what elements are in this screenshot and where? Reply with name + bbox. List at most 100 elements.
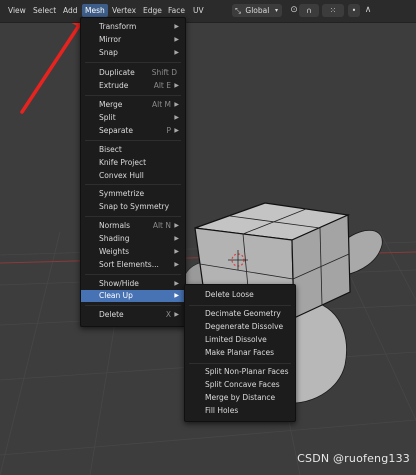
menu-item-decimate-geometry[interactable]: Decimate Geometry [185, 308, 295, 320]
submenu-arrow-icon: ▶ [174, 23, 179, 30]
menu-item-split-concave-faces[interactable]: Split Concave Faces [185, 379, 295, 391]
menu-item-show-hide[interactable]: Show/Hide ▶ [81, 278, 185, 290]
menu-item-label: Snap to Symmetry [99, 202, 170, 211]
menu-view[interactable]: View [8, 6, 26, 15]
menu-item-degenerate-dissolve[interactable]: Degenerate Dissolve [185, 321, 295, 333]
menu-item-merge-by-distance[interactable]: Merge by Distance [185, 392, 295, 404]
chevron-down-icon: ▾ [274, 7, 278, 14]
menu-item-label: Merge by Distance [205, 393, 276, 402]
menu-item-label: Split Non-Planar Faces [205, 367, 289, 376]
menu-uv[interactable]: UV [193, 6, 204, 15]
menu-item-label: Normals [99, 221, 131, 230]
falloff-icon[interactable]: ∧ [362, 5, 374, 16]
orientation-icon: ⤡ [235, 6, 241, 15]
menu-item-fill-holes[interactable]: Fill Holes [185, 405, 295, 417]
menu-item-label: Duplicate [99, 68, 135, 77]
menu-item-transform[interactable]: Transform ▶ [81, 21, 185, 33]
submenu-arrow-icon: ▶ [174, 82, 179, 89]
menu-face[interactable]: Face [168, 6, 185, 15]
menu-item-snap-to-symmetry[interactable]: Snap to Symmetry [81, 201, 185, 213]
transform-orientation-dropdown[interactable]: ⤡ Global ▾ [232, 4, 282, 17]
proportional-icon: • [351, 6, 357, 15]
shortcut-label: X [165, 310, 171, 319]
menu-item-label: Degenerate Dissolve [205, 322, 284, 331]
submenu-arrow-icon: ▶ [174, 235, 179, 242]
menu-item-label: Shading [99, 234, 130, 243]
snap-target-dropdown[interactable]: ⁙ [322, 4, 344, 17]
menu-item-label: Snap [99, 48, 118, 57]
menu-item-label: Show/Hide [99, 279, 139, 288]
menu-item-label: Mirror [99, 35, 122, 44]
mesh-menu: Transform ▶ Mirror ▶ Snap ▶ Duplicate Shift … [80, 17, 186, 327]
shortcut-label: Alt N [152, 221, 171, 230]
menu-add[interactable]: Add [63, 6, 78, 15]
menu-item-split[interactable]: Split ▶ [81, 112, 185, 124]
menu-vertex[interactable]: Vertex [112, 6, 136, 15]
menu-item-label: Transform [99, 22, 137, 31]
menu-mesh[interactable]: Mesh [82, 4, 108, 17]
menu-item-label: Separate [99, 126, 133, 135]
shortcut-label: Alt E [153, 81, 171, 90]
menu-separator [189, 305, 291, 306]
shortcut-label: Alt M [151, 100, 171, 109]
menu-item-label: Split Concave Faces [205, 380, 280, 389]
orientation-label: Global [245, 6, 270, 15]
menu-select[interactable]: Select [33, 6, 56, 15]
submenu-arrow-icon: ▶ [174, 114, 179, 121]
menu-item-clean-up[interactable]: Clean Up ▶ [81, 290, 185, 302]
menu-item-delete[interactable]: Delete X ▶ [81, 309, 185, 321]
proportional-editing-toggle[interactable]: • [348, 4, 360, 17]
menu-separator [85, 95, 181, 96]
menu-item-merge[interactable]: Merge Alt M ▶ [81, 99, 185, 111]
menu-item-extrude[interactable]: Extrude Alt E ▶ [81, 80, 185, 92]
submenu-arrow-icon: ▶ [174, 127, 179, 134]
shortcut-label: P [166, 126, 171, 135]
shortcut-label: Shift D [151, 68, 177, 77]
submenu-arrow-icon: ▶ [174, 101, 179, 108]
menu-item-label: Sort Elements... [99, 260, 159, 269]
submenu-arrow-icon: ▶ [174, 292, 179, 299]
menu-item-knife-project[interactable]: Knife Project [81, 157, 185, 169]
menu-item-convex-hull[interactable]: Convex Hull [81, 170, 185, 182]
submenu-arrow-icon: ▶ [174, 49, 179, 56]
menu-item-label: Delete Loose [205, 290, 254, 299]
menu-item-weights[interactable]: Weights ▶ [81, 246, 185, 258]
submenu-arrow-icon: ▶ [174, 222, 179, 229]
menu-item-make-planar-faces[interactable]: Make Planar Faces [185, 347, 295, 359]
menu-separator [189, 363, 291, 364]
menu-item-label: Symmetrize [99, 189, 145, 198]
menu-item-label: Extrude [99, 81, 129, 90]
submenu-arrow-icon: ▶ [174, 261, 179, 268]
menu-item-label: Decimate Geometry [205, 309, 281, 318]
menu-item-mirror[interactable]: Mirror ▶ [81, 34, 185, 46]
menu-item-label: Fill Holes [205, 406, 239, 415]
menu-item-symmetrize[interactable]: Symmetrize [81, 188, 185, 200]
menu-item-normals[interactable]: Normals Alt N ▶ [81, 220, 185, 232]
menu-item-label: Make Planar Faces [205, 348, 275, 357]
menu-separator [85, 184, 181, 185]
menu-item-label: Weights [99, 247, 130, 256]
menu-item-snap[interactable]: Snap ▶ [81, 47, 185, 59]
snap-toggle[interactable]: ∩ [299, 4, 319, 17]
menu-item-delete-loose[interactable]: Delete Loose [185, 289, 295, 301]
menu-item-label: Knife Project [99, 158, 147, 167]
menu-item-duplicate[interactable]: Duplicate Shift D [81, 67, 185, 79]
submenu-arrow-icon: ▶ [174, 248, 179, 255]
menu-item-label: Limited Dissolve [205, 335, 267, 344]
submenu-arrow-icon: ▶ [174, 311, 179, 318]
menu-item-split-non-planar-faces[interactable]: Split Non-Planar Faces [185, 366, 295, 378]
menu-item-sort-elements[interactable]: Sort Elements... ▶ [81, 259, 185, 271]
menu-item-limited-dissolve[interactable]: Limited Dissolve [185, 334, 295, 346]
menu-item-label: Clean Up [99, 291, 133, 300]
menu-separator [85, 305, 181, 306]
submenu-arrow-icon: ▶ [174, 36, 179, 43]
viewport-header: View Select Add Mesh Vertex Edge Face UV… [0, 0, 416, 23]
submenu-arrow-icon: ▶ [174, 280, 179, 287]
watermark-text: CSDN @ruofeng133 [297, 452, 410, 465]
menu-item-label: Merge [99, 100, 123, 109]
menu-item-separate[interactable]: Separate P ▶ [81, 125, 185, 137]
menu-separator [85, 216, 181, 217]
menu-item-bisect[interactable]: Bisect [81, 144, 185, 156]
menu-edge[interactable]: Edge [143, 6, 162, 15]
menu-item-shading[interactable]: Shading ▶ [81, 233, 185, 245]
